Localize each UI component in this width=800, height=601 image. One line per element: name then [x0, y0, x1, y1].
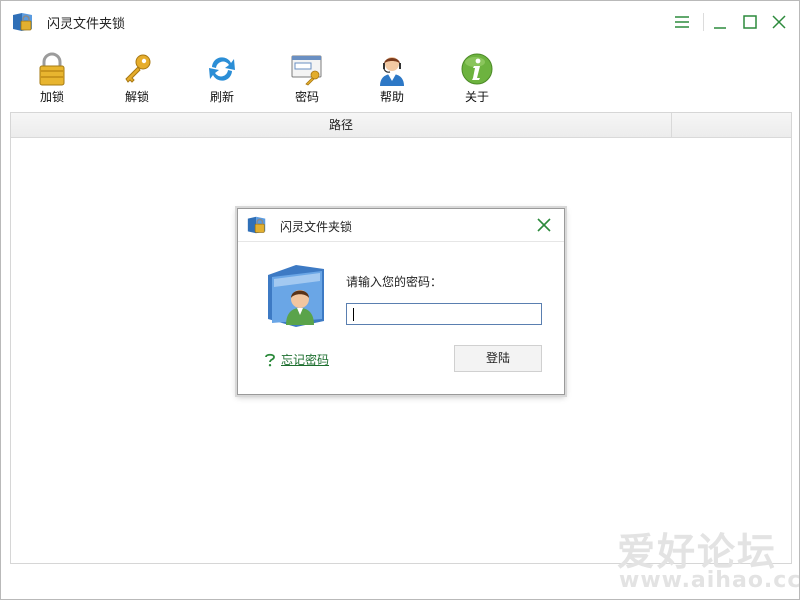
- refresh-button[interactable]: 刷新: [187, 47, 257, 105]
- title-separator: [703, 13, 704, 31]
- folder-lock-app-icon: [247, 216, 266, 234]
- password-button[interactable]: 密码: [272, 47, 342, 105]
- dialog-title: 闪灵文件夹锁: [280, 220, 353, 234]
- unlock-label: 解锁: [124, 90, 149, 104]
- password-label: 密码: [294, 90, 319, 104]
- about-button[interactable]: 关于: [442, 47, 512, 105]
- dialog-close-icon[interactable]: [536, 217, 552, 233]
- support-agent-icon: [380, 57, 404, 86]
- refresh-icon: [209, 57, 235, 81]
- minimize-icon[interactable]: [709, 11, 731, 33]
- watermark: 爱好论坛 www.aihao.cc: [613, 521, 800, 601]
- user-folder-icon: [268, 265, 324, 327]
- password-prompt: 请输入您的密码：: [346, 275, 443, 289]
- column-header-extra[interactable]: [672, 113, 791, 137]
- list-header: 路径: [11, 113, 791, 138]
- help-button[interactable]: 帮助: [357, 47, 427, 105]
- login-dialog: 闪灵文件夹锁 请输入您的密码： 忘记密码 登陆: [237, 208, 565, 395]
- title-bar: 闪灵文件夹锁: [1, 1, 799, 43]
- menu-icon[interactable]: [671, 11, 693, 33]
- about-label: 关于: [464, 90, 489, 104]
- question-icon: [265, 353, 275, 367]
- dialog-title-bar: 闪灵文件夹锁: [238, 209, 564, 242]
- toolbar: 加锁 解锁 刷新 密码 帮助 关于: [1, 47, 799, 107]
- key-icon: [125, 54, 151, 83]
- lock-button[interactable]: 加锁: [17, 47, 87, 105]
- padlock-icon: [39, 52, 65, 86]
- info-icon: [461, 53, 493, 85]
- close-icon[interactable]: [768, 11, 790, 33]
- text-cursor: [353, 308, 354, 321]
- login-button[interactable]: 登陆: [454, 345, 542, 372]
- column-header-path[interactable]: 路径: [11, 113, 672, 137]
- main-window: 闪灵文件夹锁 加锁 解锁 刷新 密码 帮助 关于 路径 爱好论坛 www.aih…: [0, 0, 800, 600]
- refresh-label: 刷新: [209, 90, 234, 104]
- lock-label: 加锁: [39, 90, 64, 104]
- password-icon: [291, 55, 322, 86]
- watermark-sub-text: www.aihao.cc: [619, 568, 800, 593]
- unlock-button[interactable]: 解锁: [102, 47, 172, 105]
- password-input[interactable]: [346, 303, 542, 325]
- forgot-password-link[interactable]: 忘记密码: [281, 351, 329, 368]
- help-label: 帮助: [379, 90, 404, 104]
- window-title: 闪灵文件夹锁: [47, 17, 126, 32]
- maximize-icon[interactable]: [739, 11, 761, 33]
- folder-lock-app-icon: [13, 13, 32, 31]
